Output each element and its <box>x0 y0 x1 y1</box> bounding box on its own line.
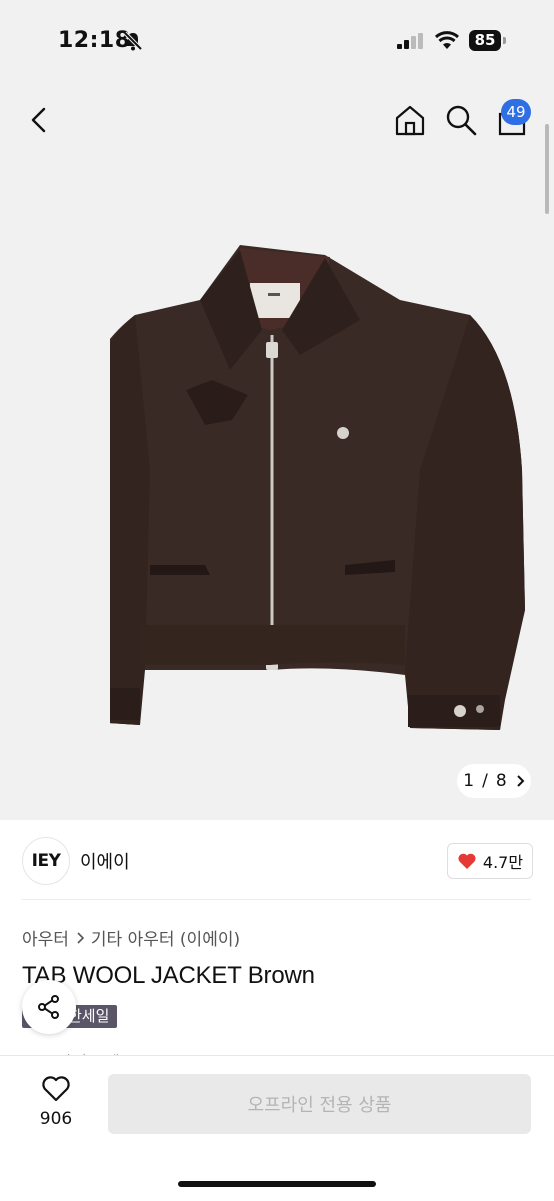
image-counter-current: 1 <box>463 771 475 791</box>
search-icon[interactable] <box>443 102 479 138</box>
share-icon <box>38 995 59 1019</box>
signal-icon <box>397 33 423 49</box>
wifi-icon <box>434 31 460 49</box>
status-bar: 12:18 85 <box>0 0 554 84</box>
brand-row: IEY 이에이 4.7만 <box>0 820 554 900</box>
heart-outline-icon <box>42 1076 70 1102</box>
brand-like-button[interactable]: 4.7만 <box>447 843 533 879</box>
offline-only-button[interactable]: 오프라인 전용 상품 <box>108 1074 531 1134</box>
brand-logo-text: IEY <box>31 851 61 871</box>
heart-icon <box>458 853 476 869</box>
share-button[interactable] <box>22 980 76 1034</box>
silent-bell-icon <box>123 31 143 51</box>
battery-indicator: 85 <box>469 30 501 51</box>
back-chevron-icon[interactable] <box>24 104 56 136</box>
chevron-right-icon <box>77 931 85 944</box>
cart-count-badge: 49 <box>501 99 531 125</box>
status-time: 12:18 <box>58 28 131 53</box>
image-counter-total: 8 <box>495 771 507 791</box>
chevron-right-icon <box>516 775 525 787</box>
wishlist-count: 906 <box>39 1109 73 1129</box>
breadcrumb-item-category[interactable]: 기타 아우터 (이에이) <box>91 925 240 950</box>
home-indicator <box>178 1181 376 1187</box>
scroll-indicator <box>545 124 549 214</box>
home-icon[interactable] <box>392 102 428 138</box>
wishlist-button[interactable]: 906 <box>30 1075 82 1129</box>
product-image-jacket[interactable] <box>110 230 540 740</box>
brand-logo[interactable]: IEY <box>22 837 70 885</box>
brand-like-count: 4.7만 <box>482 853 524 872</box>
breadcrumb: 아우터 기타 아우터 (이에이) <box>22 925 240 950</box>
battery-tip <box>503 37 506 44</box>
divider <box>22 899 531 900</box>
image-counter-separator: / <box>482 771 488 791</box>
brand-name[interactable]: 이에이 <box>80 848 130 874</box>
image-counter[interactable]: 1 / 8 <box>457 764 531 798</box>
breadcrumb-item-outer[interactable]: 아우터 <box>22 925 69 950</box>
